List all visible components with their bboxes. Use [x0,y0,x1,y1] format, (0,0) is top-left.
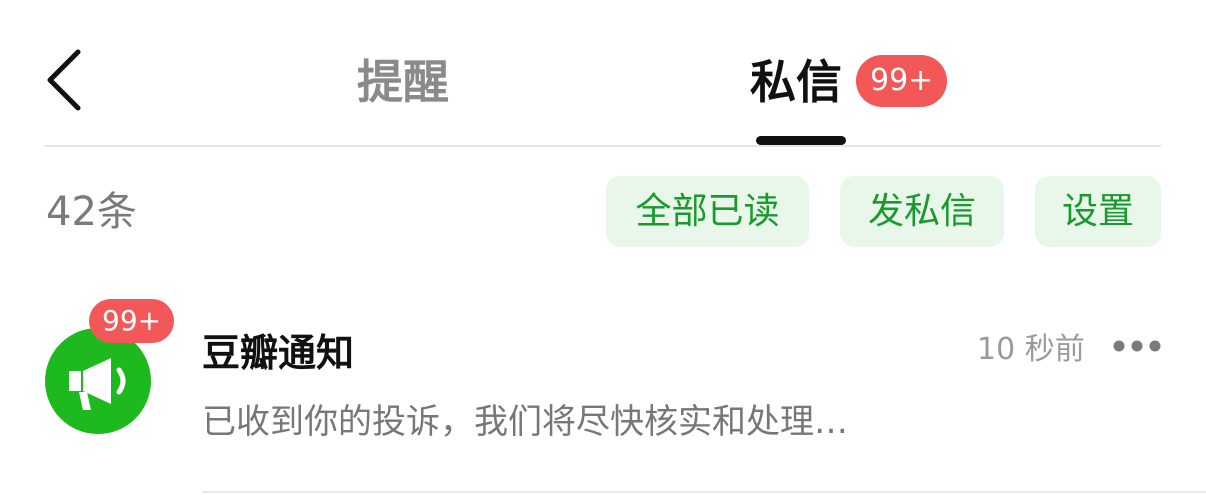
avatar [45,328,151,434]
tab-direct-messages[interactable]: 私信 [750,54,842,110]
tab-unread-badge: 99+ [856,55,948,107]
active-tab-indicator [756,136,846,145]
message-preview: 已收到你的投诉，我们将尽快核实和处理… [202,402,848,442]
chevron-left-icon [47,49,81,111]
more-dots-icon [1113,340,1161,352]
settings-button[interactable]: 设置 [1035,176,1161,247]
header-divider [44,145,1161,147]
back-button[interactable] [40,46,100,116]
top-nav-bar: 提醒 私信 99+ [0,0,1206,147]
message-count: 42条 [46,189,137,235]
send-message-button[interactable]: 发私信 [840,176,1004,247]
more-options-button[interactable] [1110,334,1164,358]
message-title: 豆瓣通知 [202,331,355,375]
message-time: 10 秒前 [977,332,1085,367]
megaphone-icon [69,358,126,410]
mark-all-read-button[interactable]: 全部已读 [606,176,809,247]
tab-reminders[interactable]: 提醒 [357,54,449,110]
row-divider [202,491,1206,493]
list-item[interactable]: 99+ 豆瓣通知 10 秒前 已收到你的投诉，我们将尽快核实和处理… [0,290,1206,495]
unread-badge: 99+ [89,299,175,343]
